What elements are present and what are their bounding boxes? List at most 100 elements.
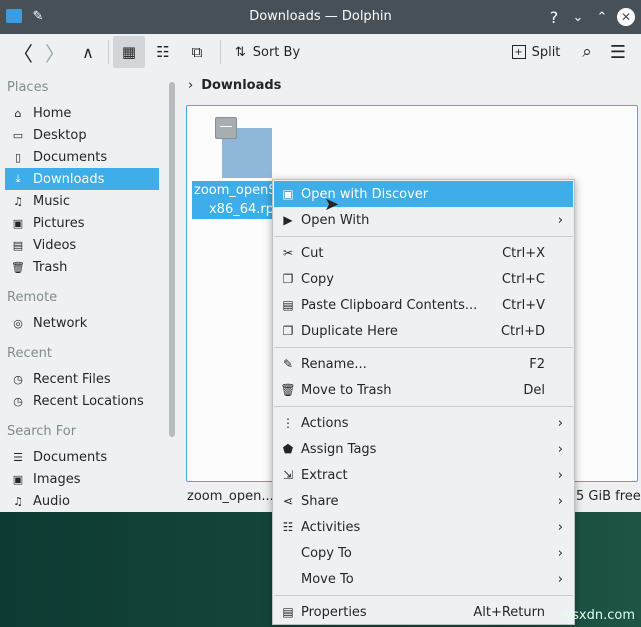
watermark: wsxdn.com: [561, 608, 636, 623]
back-button[interactable]: 〈: [8, 36, 38, 68]
details-view-button[interactable]: ⧉: [182, 36, 212, 68]
sidebar-scrollbar[interactable]: [169, 82, 175, 437]
icons-view-button[interactable]: ▦: [113, 36, 145, 68]
images-icon: ▣: [12, 472, 24, 486]
chevron-right-icon: ›: [557, 545, 563, 561]
menu-item-cut[interactable]: ✂ Cut Ctrl+X: [274, 240, 573, 266]
copy-icon: ❐: [282, 272, 294, 286]
menu-item-duplicate-here[interactable]: ❐ Duplicate Here Ctrl+D: [274, 318, 573, 344]
divider: [220, 40, 221, 64]
chevron-right-icon: ›: [557, 415, 563, 431]
pictures-icon: ▣: [12, 216, 24, 230]
home-icon: ⌂: [14, 106, 22, 120]
sidebar-item-downloads[interactable]: ⤓ Downloads: [5, 168, 159, 190]
menu-item-move-to[interactable]: Move To ›: [274, 566, 573, 592]
menu-item-assign-tags[interactable]: ⬟ Assign Tags ›: [274, 436, 573, 462]
sidebar-item-search-documents[interactable]: ☰ Documents: [5, 446, 159, 468]
toolbar: 〈 〉 ∧ ▦ ☷ ⧉ ⇅ Sort By + Split ⌕ ☰: [0, 34, 641, 70]
properties-icon: ▤: [282, 605, 294, 619]
divider: [108, 40, 109, 64]
trash-icon: 🗑: [280, 383, 296, 397]
places-header: Places: [7, 80, 49, 95]
sort-icon: ⇅: [234, 44, 246, 60]
select-toggle-icon[interactable]: —: [215, 117, 237, 139]
menu-item-extract[interactable]: ⇲ Extract ›: [274, 462, 573, 488]
menu-item-open-with-discover[interactable]: ▣ Open with Discover: [274, 181, 573, 207]
paste-icon: ▤: [282, 298, 294, 312]
downloads-icon: ⤓: [15, 172, 21, 185]
menu-separator: [274, 347, 573, 348]
status-text: zoom_open...5: [187, 489, 283, 504]
menu-item-copy[interactable]: ❐ Copy Ctrl+C: [274, 266, 573, 292]
free-space-text: 5 GiB free: [576, 489, 641, 504]
sidebar-item-pictures[interactable]: ▣ Pictures: [5, 212, 159, 234]
documents-icon: ▯: [14, 150, 22, 164]
sidebar-item-videos[interactable]: ▤ Videos: [5, 234, 159, 256]
sidebar-item-music[interactable]: ♫ Music: [5, 190, 159, 212]
menu-item-properties[interactable]: ▤ Properties Alt+Return: [274, 599, 573, 625]
music-icon: ♫: [13, 194, 23, 208]
sidebar-item-home[interactable]: ⌂ Home: [5, 102, 159, 124]
network-icon: ◎: [13, 316, 23, 330]
extract-icon: ⇲: [282, 468, 294, 482]
sort-by-button[interactable]: ⇅ Sort By: [230, 36, 305, 68]
forward-button[interactable]: 〉: [40, 36, 70, 68]
menu-item-rename[interactable]: ✎ Rename... F2: [274, 351, 573, 377]
menu-item-copy-to[interactable]: Copy To ›: [274, 540, 573, 566]
compact-view-button[interactable]: ☷: [148, 36, 178, 68]
chevron-right-icon: ›: [188, 78, 194, 93]
documents-icon: ☰: [13, 450, 23, 464]
menu-separator: [274, 236, 573, 237]
file-name: zoom_openS x86_64.rp: [192, 181, 274, 219]
open-with-icon: ▶: [283, 213, 293, 227]
menu-item-open-with[interactable]: ▶ Open With ›: [274, 207, 573, 233]
chevron-right-icon: ›: [557, 519, 563, 535]
menu-separator: [274, 595, 573, 596]
sidebar-item-search-audio[interactable]: ♫ Audio: [5, 490, 159, 512]
trash-icon: 🗑: [11, 260, 25, 274]
context-menu: ▣ Open with Discover ▶ Open With › ✂ Cut Ctrl…: [272, 179, 575, 625]
rename-icon: ✎: [282, 357, 294, 371]
recent-header: Recent: [7, 346, 52, 361]
up-button[interactable]: ∧: [74, 36, 102, 68]
menu-item-paste[interactable]: ▤ Paste Clipboard Contents... Ctrl+V: [274, 292, 573, 318]
menu-item-actions[interactable]: ⋮ Actions ›: [274, 410, 573, 436]
menu-item-share[interactable]: ⋖ Share ›: [274, 488, 573, 514]
menu-icon[interactable]: ☰: [604, 36, 632, 68]
desktop-icon: ▭: [12, 128, 24, 142]
search-for-header: Search For: [7, 424, 77, 439]
sidebar-item-network[interactable]: ◎ Network: [5, 312, 159, 334]
places-panel: Places ⌂ Home ▭ Desktop ▯ Documents ⤓ Downlo…: [0, 72, 165, 512]
sidebar-item-recent-locations[interactable]: ◷ Recent Locations: [5, 390, 159, 412]
recent-files-icon: ◷: [13, 372, 23, 386]
sidebar-item-search-images[interactable]: ▣ Images: [5, 468, 159, 490]
activities-icon: ☷: [282, 520, 294, 534]
sidebar-item-documents[interactable]: ▯ Documents: [5, 146, 159, 168]
maximize-icon[interactable]: ⌃: [593, 7, 611, 27]
split-button[interactable]: + Split: [508, 36, 564, 68]
minimize-icon[interactable]: ⌄: [569, 7, 587, 27]
audio-icon: ♫: [13, 494, 23, 508]
split-icon: +: [511, 45, 526, 59]
sidebar-item-recent-files[interactable]: ◷ Recent Files: [5, 368, 159, 390]
menu-separator: [274, 406, 573, 407]
mouse-cursor-icon: ➤: [324, 194, 340, 215]
menu-item-move-to-trash[interactable]: 🗑 Move to Trash Del: [274, 377, 573, 403]
duplicate-icon: ❐: [282, 324, 294, 338]
share-icon: ⋖: [282, 494, 294, 508]
more-vertical-icon: ⋮: [282, 416, 294, 430]
chevron-right-icon: ›: [557, 212, 563, 228]
sidebar-item-trash[interactable]: 🗑 Trash: [5, 256, 159, 278]
tag-icon: ⬟: [282, 442, 294, 456]
search-icon[interactable]: ⌕: [574, 36, 600, 68]
sidebar-item-desktop[interactable]: ▭ Desktop: [5, 124, 159, 146]
help-icon[interactable]: ?: [545, 7, 563, 27]
breadcrumb[interactable]: › Downloads: [188, 78, 281, 93]
close-icon[interactable]: ✕: [617, 8, 635, 26]
recent-locations-icon: ◷: [13, 394, 23, 408]
chevron-right-icon: ›: [557, 467, 563, 483]
menu-item-activities[interactable]: ☷ Activities ›: [274, 514, 573, 540]
chevron-right-icon: ›: [557, 441, 563, 457]
chevron-right-icon: ›: [557, 571, 563, 587]
discover-icon: ▣: [282, 187, 294, 201]
